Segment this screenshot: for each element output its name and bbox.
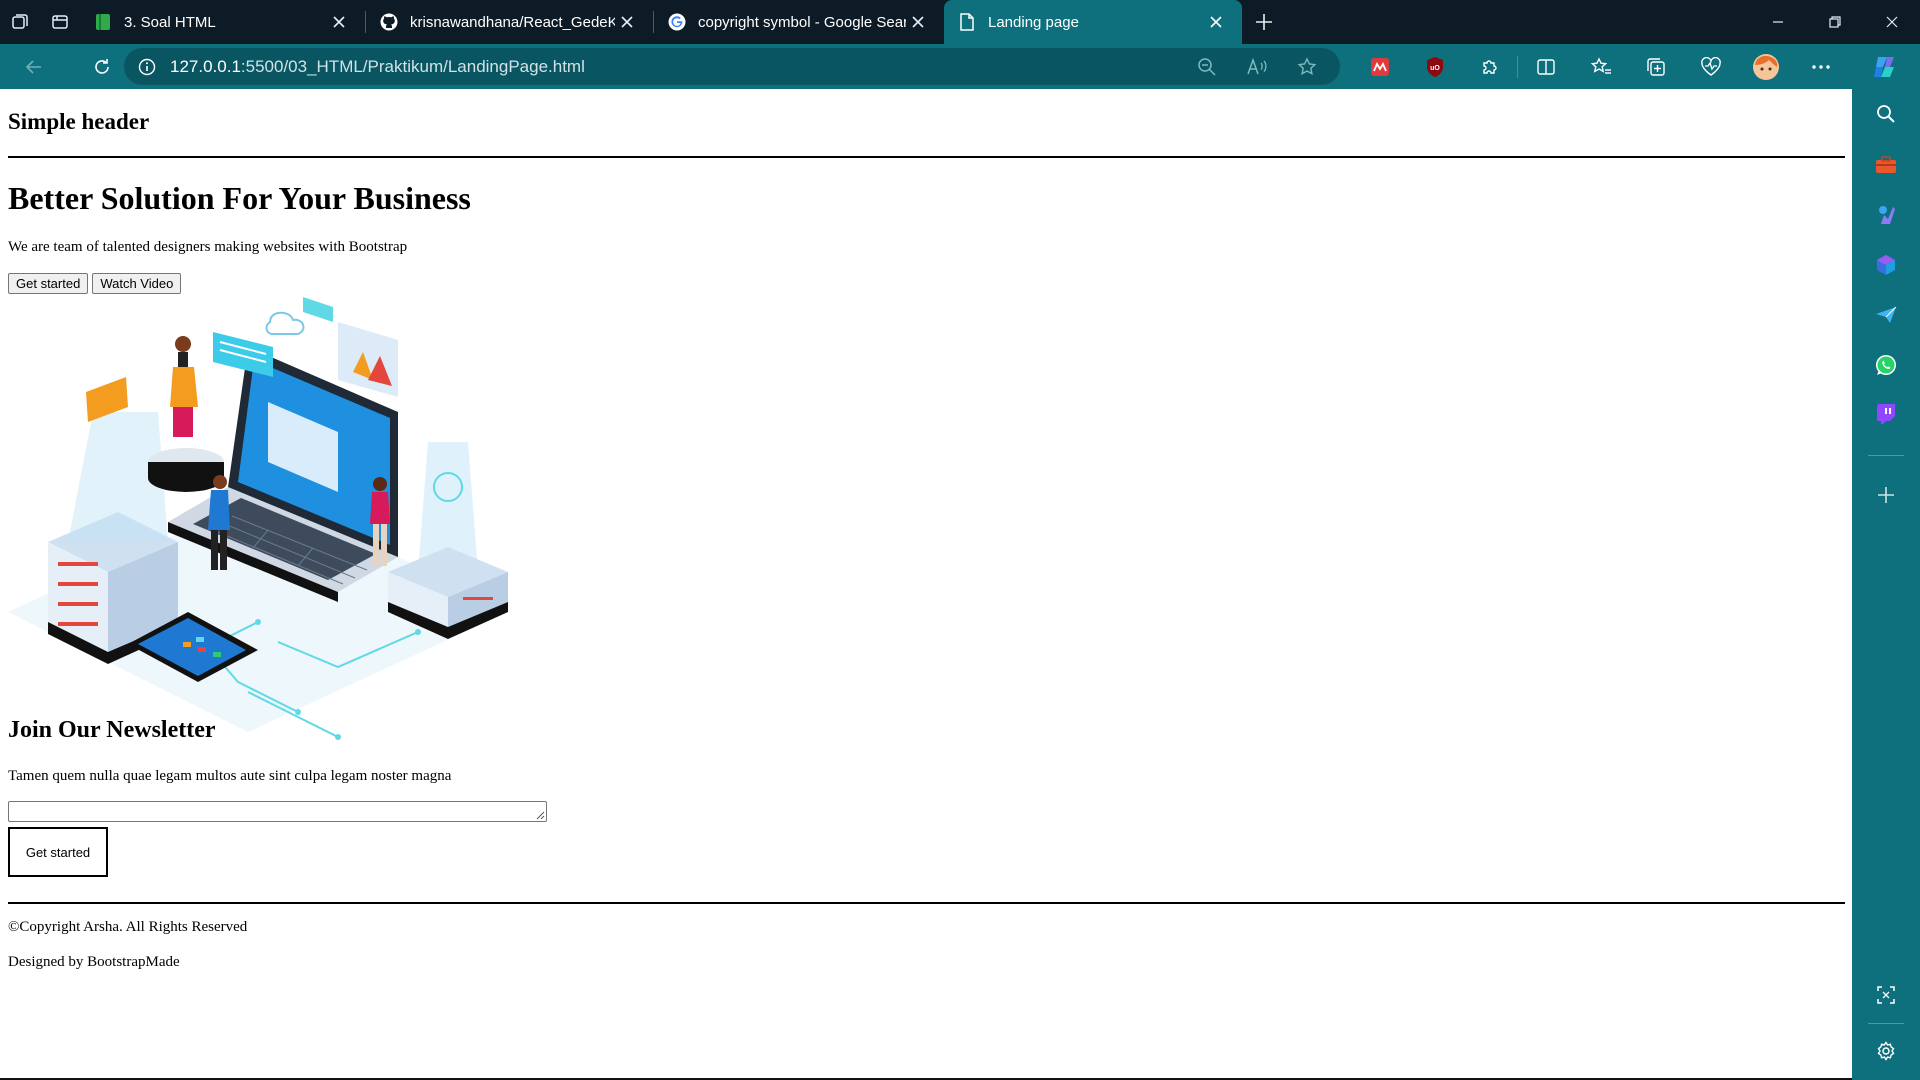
close-icon[interactable]: [906, 10, 930, 34]
newsletter-textarea[interactable]: [8, 801, 547, 822]
sidebar-send-icon[interactable]: [1852, 295, 1920, 335]
page-icon: [958, 13, 976, 31]
minimize-icon[interactable]: [1749, 0, 1806, 44]
close-window-icon[interactable]: [1863, 0, 1920, 44]
sidebar-tools-briefcase-icon[interactable]: [1852, 145, 1920, 185]
designed-by-text: Designed by BootstrapMade: [8, 954, 180, 970]
copilot-icon[interactable]: [1858, 44, 1913, 89]
workspaces-icon[interactable]: [0, 0, 40, 44]
site-info-icon[interactable]: [124, 58, 170, 76]
tab-soal-html[interactable]: 3. Soal HTML: [80, 0, 365, 44]
copyright-text: ©Copyright Arsha. All Rights Reserved: [8, 919, 248, 935]
read-aloud-icon[interactable]: [1232, 49, 1282, 85]
hero-buttons: Get started Watch Video: [8, 273, 182, 294]
tab-title: Landing page: [988, 13, 1079, 31]
google-icon: [668, 13, 686, 31]
hero-illustration: [8, 292, 508, 742]
close-icon[interactable]: [327, 10, 351, 34]
tab-title: 3. Soal HTML: [124, 13, 216, 31]
tab-landing-page[interactable]: Landing page: [944, 0, 1242, 44]
ublock-origin-icon[interactable]: uO: [1407, 44, 1462, 89]
back-arrow-icon[interactable]: [12, 47, 56, 87]
close-icon[interactable]: [615, 10, 639, 34]
restore-icon[interactable]: [1806, 0, 1863, 44]
url-path: :5500/03_HTML/Praktikum/LandingPage.html: [240, 56, 585, 76]
page-viewport: Simple header Better Solution For Your B…: [0, 89, 1852, 1080]
more-options-icon[interactable]: [1793, 44, 1848, 89]
url-text[interactable]: 127.0.0.1:5500/03_HTML/Praktikum/Landing…: [170, 57, 585, 77]
tab-google-search[interactable]: copyright symbol - Google Search: [654, 0, 944, 44]
extension-toolbar: uO: [1352, 44, 1913, 89]
sidebar-whatsapp-icon[interactable]: [1852, 345, 1920, 385]
tab-title: krisnawandhana/React_GedeKrisna: [410, 13, 615, 31]
browser-toolbar: 127.0.0.1:5500/03_HTML/Praktikum/Landing…: [0, 44, 1920, 89]
favorites-icon[interactable]: [1573, 44, 1628, 89]
new-tab-button[interactable]: [1242, 0, 1286, 44]
tab-strip: 3. Soal HTML krisnawandhana/React_GedeKr…: [0, 0, 1920, 44]
newsletter-description: Tamen quem nulla quae legam multos aute …: [8, 768, 452, 784]
address-actions: [1182, 49, 1332, 85]
split-screen-icon[interactable]: [1518, 44, 1573, 89]
address-bar[interactable]: 127.0.0.1:5500/03_HTML/Praktikum/Landing…: [124, 48, 1340, 85]
sidebar-twitch-icon[interactable]: [1852, 394, 1920, 434]
sidebar-divider: [1868, 455, 1904, 456]
watch-video-button[interactable]: Watch Video: [92, 273, 182, 294]
tab-github[interactable]: krisnawandhana/React_GedeKrisna: [366, 0, 653, 44]
hero-title: Better Solution For Your Business: [8, 180, 471, 216]
tab-actions-icon[interactable]: [40, 0, 80, 44]
favorite-star-icon[interactable]: [1282, 49, 1332, 85]
svg-text:uO: uO: [1430, 65, 1440, 72]
window-controls: [1749, 0, 1920, 44]
header-title: Simple header: [8, 109, 150, 134]
extension-red-icon[interactable]: [1352, 44, 1407, 89]
url-host: 127.0.0.1: [170, 56, 241, 76]
profile-avatar[interactable]: [1738, 44, 1793, 89]
refresh-icon[interactable]: [80, 47, 124, 87]
sidebar-screenshot-icon[interactable]: [1852, 975, 1920, 1015]
get-started-button[interactable]: Get started: [8, 273, 89, 294]
extensions-puzzle-icon[interactable]: [1462, 44, 1517, 89]
sidebar-divider: [1868, 1023, 1904, 1024]
tab-title: copyright symbol - Google Search: [698, 13, 906, 31]
browser-essentials-icon[interactable]: [1683, 44, 1738, 89]
sidebar-microsoft-365-icon[interactable]: [1852, 245, 1920, 285]
footer-divider: [8, 902, 1845, 904]
hero-description: We are team of talented designers making…: [8, 239, 408, 255]
green-sheet-icon: [94, 13, 112, 31]
sidebar-games-icon[interactable]: [1852, 195, 1920, 235]
collections-icon[interactable]: [1628, 44, 1683, 89]
newsletter-title: Join Our Newsletter: [8, 717, 216, 743]
edge-sidebar: [1852, 89, 1920, 1080]
close-icon[interactable]: [1204, 10, 1228, 34]
sidebar-settings-gear-icon[interactable]: [1852, 1031, 1920, 1071]
sidebar-search-icon[interactable]: [1852, 94, 1920, 134]
zoom-out-icon[interactable]: [1182, 49, 1232, 85]
newsletter-get-started-button[interactable]: Get started: [8, 827, 108, 877]
sidebar-add-icon[interactable]: [1852, 475, 1920, 515]
resize-grip-icon[interactable]: [535, 810, 545, 820]
github-icon: [380, 13, 398, 31]
header-divider: [8, 156, 1845, 158]
